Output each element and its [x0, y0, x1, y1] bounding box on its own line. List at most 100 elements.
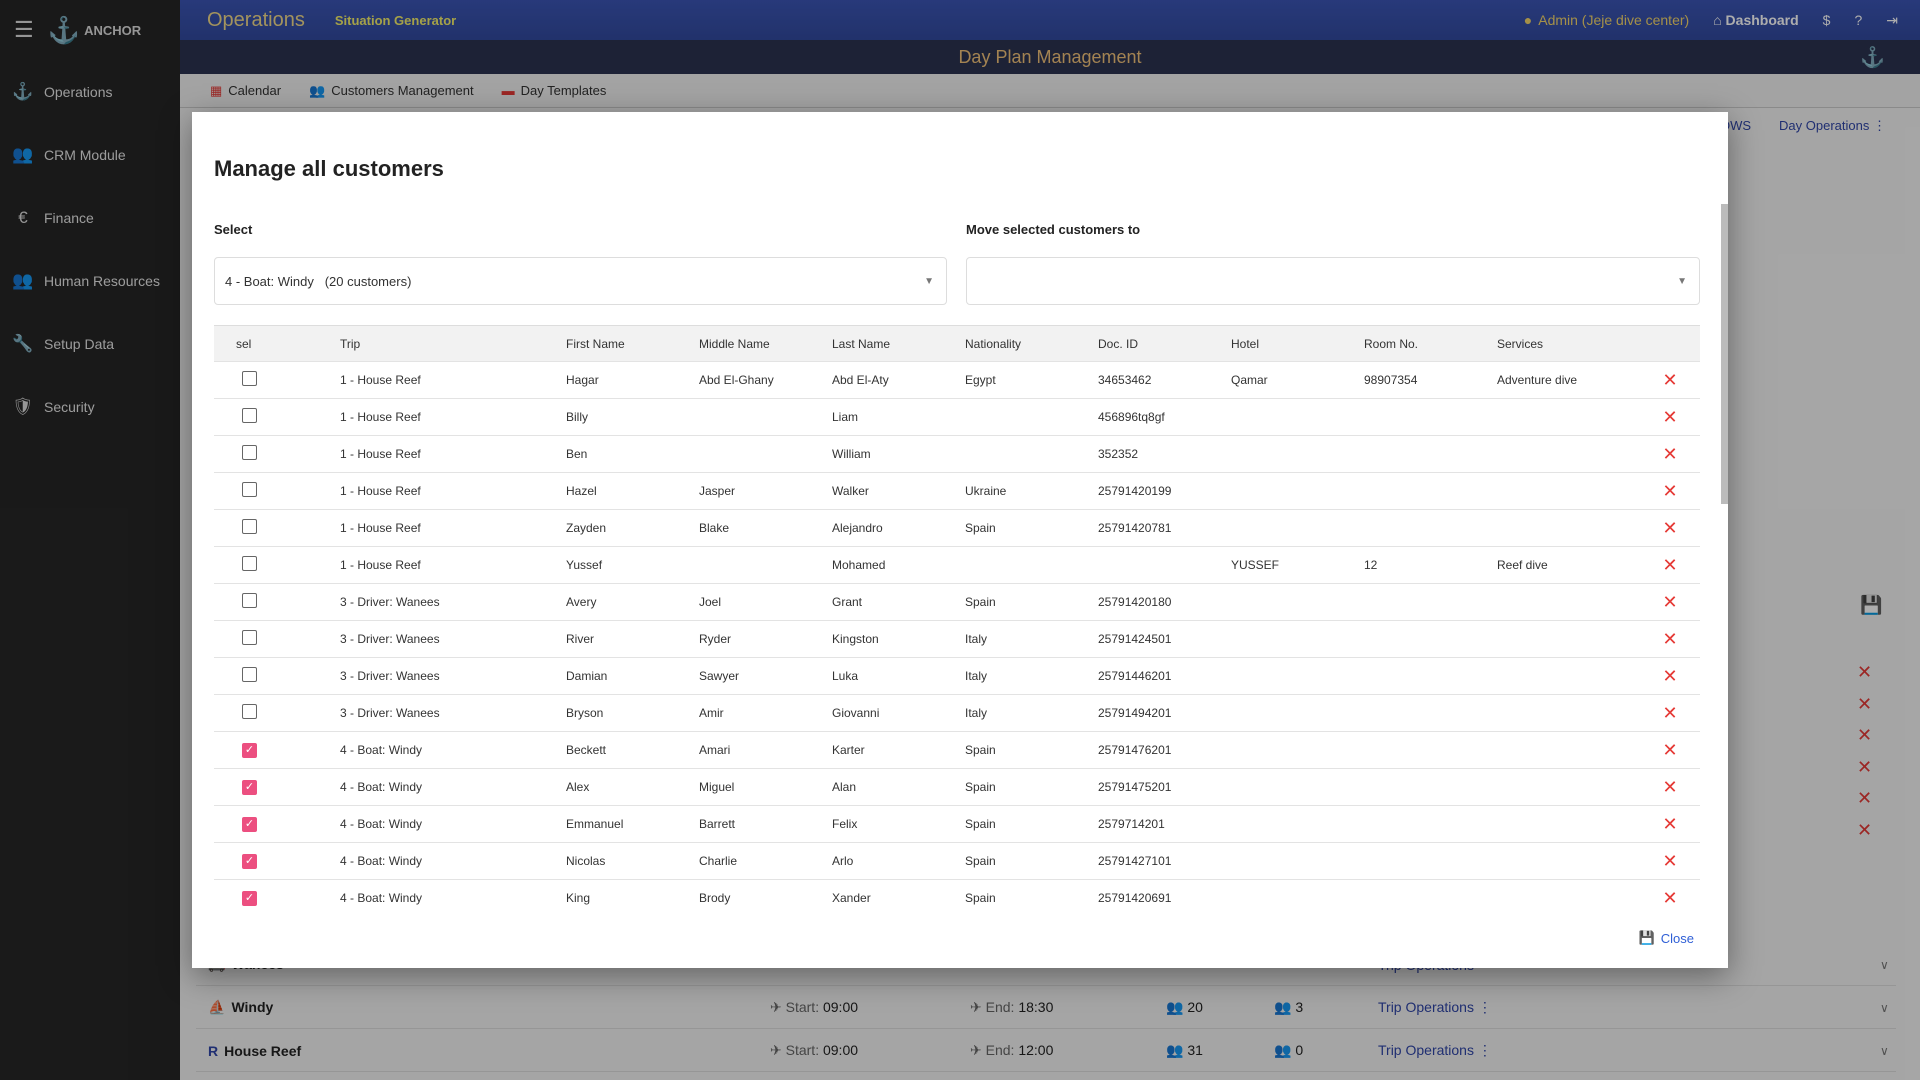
dialog-title: Manage all customers — [214, 156, 444, 181]
row-checkbox[interactable]: ✓ — [242, 780, 257, 795]
row-checkbox[interactable] — [242, 593, 257, 608]
row-checkbox[interactable]: ✓ — [242, 817, 257, 832]
select-cell — [214, 593, 340, 611]
delete-icon[interactable]: ✕ — [1630, 666, 1710, 687]
row-checkbox[interactable] — [242, 667, 257, 682]
table-cell: 25791446201 — [1098, 669, 1172, 683]
column-header: Middle Name — [699, 336, 770, 351]
delete-icon[interactable]: ✕ — [1630, 703, 1710, 724]
table-cell: Qamar — [1231, 373, 1268, 387]
table-cell: Spain — [965, 595, 996, 609]
column-header: Hotel — [1231, 336, 1260, 351]
table-cell: 456896tq8gf — [1098, 410, 1165, 424]
table-cell: Joel — [699, 595, 722, 609]
table-row: 1 - House Reef Hagar Abd El-Ghany Abd El-At… — [214, 361, 1700, 398]
close-button[interactable]: 💾 Close — [1639, 930, 1694, 946]
row-checkbox[interactable]: ✓ — [242, 854, 257, 869]
table-cell: Blake — [699, 521, 730, 535]
select-cell — [214, 519, 340, 537]
delete-icon[interactable]: ✕ — [1630, 481, 1710, 502]
table-cell: Sawyer — [699, 669, 740, 683]
table-cell: 34653462 — [1098, 373, 1152, 387]
select-cell — [214, 667, 340, 685]
row-checkbox[interactable]: ✓ — [242, 743, 257, 758]
table-cell: 25791427101 — [1098, 854, 1172, 868]
delete-icon[interactable]: ✕ — [1630, 814, 1710, 835]
table-row: 3 - Driver: Wanees Avery Joel Grant Spain 257… — [214, 583, 1700, 620]
table-cell: 4 - Boat: Windy — [340, 743, 423, 757]
table-cell: YUSSEF — [1231, 558, 1280, 572]
table-cell: Zayden — [566, 521, 607, 535]
table-cell: 25791424501 — [1098, 632, 1172, 646]
row-checkbox[interactable] — [242, 408, 257, 423]
table-cell: 25791420781 — [1098, 521, 1172, 535]
column-header: Nationality — [965, 336, 1022, 351]
table-cell: Amari — [699, 743, 731, 757]
table-cell: 25791420691 — [1098, 891, 1172, 905]
delete-icon[interactable]: ✕ — [1630, 851, 1710, 872]
row-checkbox[interactable] — [242, 630, 257, 645]
select-cell: ✓ — [214, 890, 340, 906]
trip-select[interactable]: 4 - Boat: Windy (20 customers) ▼ — [214, 257, 947, 305]
table-row: ✓ 4 - Boat: Windy King Brody Xander Spain 2579… — [214, 879, 1700, 916]
delete-icon[interactable]: ✕ — [1630, 407, 1710, 428]
select-cell — [214, 445, 340, 463]
table-cell: 1 - House Reef — [340, 521, 421, 535]
table-body: 1 - House Reef Hagar Abd El-Ghany Abd El-At… — [214, 361, 1700, 916]
delete-icon[interactable]: ✕ — [1630, 740, 1710, 761]
delete-icon[interactable]: ✕ — [1630, 444, 1710, 465]
table-cell: Bryson — [566, 706, 604, 720]
table-cell: Liam — [832, 410, 859, 424]
table-cell: 3 - Driver: Wanees — [340, 706, 440, 720]
row-checkbox[interactable] — [242, 371, 257, 386]
table-cell: Ben — [566, 447, 588, 461]
move-to-select[interactable]: ▼ — [966, 257, 1700, 305]
table-cell: 1 - House Reef — [340, 410, 421, 424]
table-cell: King — [566, 891, 591, 905]
table-row: ✓ 4 - Boat: Windy Alex Miguel Alan Spain 25791… — [214, 768, 1700, 805]
table-cell: Barrett — [699, 817, 736, 831]
select-cell: ✓ — [214, 779, 340, 795]
table-cell: William — [832, 447, 871, 461]
row-checkbox[interactable] — [242, 519, 257, 534]
table-cell: Damian — [566, 669, 608, 683]
row-checkbox[interactable] — [242, 704, 257, 719]
table-row: 1 - House Reef Hazel Jasper Walker Ukraine 25… — [214, 472, 1700, 509]
select-label: Select — [214, 222, 253, 237]
select-cell: ✓ — [214, 853, 340, 869]
delete-icon[interactable]: ✕ — [1630, 518, 1710, 539]
save-icon: 💾 — [1638, 930, 1655, 945]
table-cell: Felix — [832, 817, 858, 831]
delete-icon[interactable]: ✕ — [1630, 777, 1710, 798]
delete-icon[interactable]: ✕ — [1630, 888, 1710, 909]
delete-icon[interactable]: ✕ — [1630, 629, 1710, 650]
table-cell: Adventure dive — [1497, 373, 1578, 387]
table-cell: Amir — [699, 706, 724, 720]
table-cell: Luka — [832, 669, 859, 683]
table-cell: 3 - Driver: Wanees — [340, 595, 440, 609]
dialog-scrollbar[interactable] — [1721, 204, 1728, 504]
table-cell: Spain — [965, 780, 996, 794]
table-cell: Spain — [965, 891, 996, 905]
trip-select-value: 4 - Boat: Windy (20 customers) — [225, 273, 412, 289]
table-cell: Egypt — [965, 373, 996, 387]
select-cell — [214, 482, 340, 500]
table-cell: 3 - Driver: Wanees — [340, 632, 440, 646]
table-cell: 2579714201 — [1098, 817, 1165, 831]
table-cell: 25791494201 — [1098, 706, 1172, 720]
table-cell: Spain — [965, 743, 996, 757]
row-checkbox[interactable] — [242, 556, 257, 571]
row-checkbox[interactable] — [242, 445, 257, 460]
delete-icon[interactable]: ✕ — [1630, 592, 1710, 613]
close-label: Close — [1660, 930, 1694, 946]
delete-icon[interactable]: ✕ — [1630, 370, 1710, 391]
delete-icon[interactable]: ✕ — [1630, 555, 1710, 576]
table-cell: Italy — [965, 706, 988, 720]
table-cell: Abd El-Ghany — [699, 373, 774, 387]
row-checkbox[interactable] — [242, 482, 257, 497]
table-cell: Karter — [832, 743, 865, 757]
row-checkbox[interactable]: ✓ — [242, 891, 257, 906]
table-row: 1 - House Reef Ben William 352352 ✕ — [214, 435, 1700, 472]
select-cell — [214, 704, 340, 722]
table-cell: Alex — [566, 780, 590, 794]
